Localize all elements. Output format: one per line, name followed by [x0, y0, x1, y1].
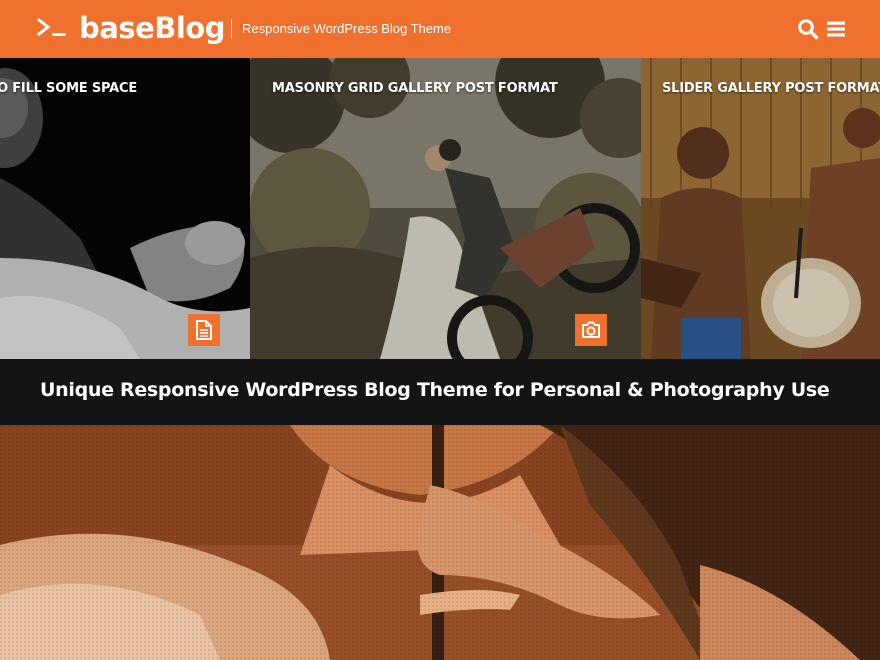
hero-headline[interactable]: Unique Responsive WordPress Blog Theme f… [40, 379, 830, 401]
post-format-badge[interactable] [575, 314, 607, 346]
hamburger-menu-icon[interactable] [825, 18, 847, 40]
hero-photo [0, 425, 880, 660]
post-title[interactable]: TO FILL SOME SPACE [0, 81, 137, 96]
header-divider [231, 19, 232, 39]
post-title[interactable]: MASONRY GRID GALLERY POST FORMAT [272, 81, 558, 96]
featured-post-tile[interactable]: SLIDER GALLERY POST FORMAT [641, 58, 880, 359]
document-icon [196, 320, 212, 340]
post-title[interactable]: SLIDER GALLERY POST FORMAT [662, 81, 880, 96]
featured-posts-gallery: TO FILL SOME SPACE MASONRY GRID GALLERY … [0, 58, 880, 359]
post-thumbnail-image [641, 58, 880, 359]
site-header: baseBlog Responsive WordPress Blog Theme [0, 0, 880, 58]
hero-image [0, 425, 880, 660]
post-format-badge[interactable] [188, 314, 220, 346]
search-icon[interactable] [797, 18, 819, 40]
site-title[interactable]: baseBlog [79, 11, 225, 45]
camera-icon [582, 321, 600, 338]
terminal-prompt-icon[interactable] [37, 16, 69, 40]
site-tagline: Responsive WordPress Blog Theme [242, 21, 452, 36]
featured-post-tile[interactable]: MASONRY GRID GALLERY POST FORMAT [250, 58, 641, 359]
hero-headline-bar: Unique Responsive WordPress Blog Theme f… [0, 359, 880, 425]
featured-post-tile[interactable]: TO FILL SOME SPACE [0, 58, 250, 359]
